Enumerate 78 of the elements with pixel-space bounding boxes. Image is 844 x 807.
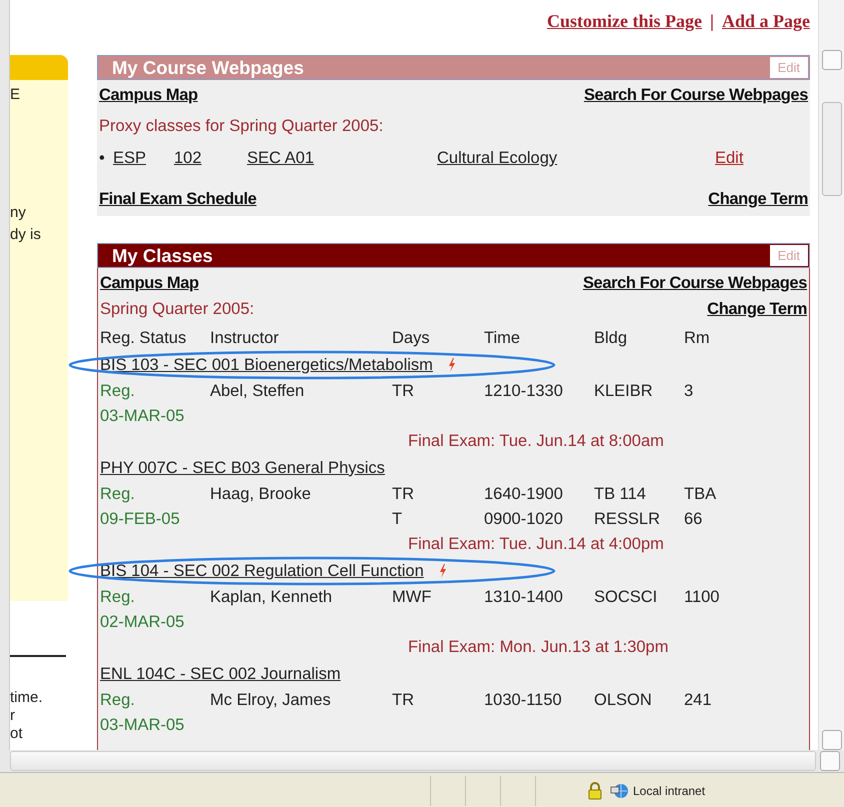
horizontal-scrollbar[interactable] — [10, 751, 816, 771]
building-text: SOCSCI — [594, 587, 658, 608]
column-header: Rm — [684, 328, 711, 349]
column-header: Reg. Status — [100, 328, 188, 349]
days-text: TR — [392, 484, 415, 505]
notice-text: ny — [10, 204, 26, 222]
nav-link[interactable]: Campus Map — [100, 274, 199, 292]
bullet-text: • — [99, 148, 106, 168]
date-text: 03-MAR-05 — [100, 406, 186, 427]
lock-icon — [588, 782, 602, 800]
number-link[interactable]: 102 — [174, 148, 247, 168]
date-text: 03-MAR-05 — [100, 715, 186, 736]
scroll-right-button[interactable] — [820, 751, 840, 771]
zone-text: Local intranet — [633, 784, 706, 798]
days-text: MWF — [392, 587, 432, 608]
status-text: Reg. — [100, 587, 136, 608]
room-text: 241 — [684, 690, 713, 711]
panel-title: My Classes — [112, 244, 213, 266]
class-link[interactable]: PHY 007C - SEC B03 General Physics — [100, 458, 385, 478]
status-text: Reg. — [100, 690, 136, 711]
section-link[interactable]: SEC A01 — [247, 148, 437, 168]
date-text: 02-MAR-05 — [100, 612, 186, 633]
status-text: Reg. — [100, 484, 136, 505]
building-text: KLEIBR — [594, 381, 654, 402]
scroll-thumb[interactable] — [822, 102, 842, 196]
column-header: Days — [392, 328, 431, 349]
term-text: Spring Quarter 2005: — [100, 300, 254, 318]
status-text: Reg. — [100, 381, 136, 402]
room-text: 1100 — [684, 587, 720, 608]
panel-title: My Course Webpages — [112, 56, 304, 78]
notice-text: ot — [10, 725, 23, 743]
nav-link[interactable]: Final Exam Schedule — [99, 190, 256, 208]
separator-text: | — [710, 11, 714, 32]
instructor-text: Haag, Brooke — [210, 484, 312, 505]
instructor-text: Abel, Steffen — [210, 381, 306, 402]
column-header: Instructor — [210, 328, 280, 349]
time-text: 1210-1330 — [484, 381, 564, 402]
instructor-text: Mc Elroy, James — [210, 690, 332, 711]
course-link[interactable]: Cultural Ecology — [437, 148, 715, 168]
time-text: 0900-1020 — [484, 509, 564, 530]
notice-text: time. — [10, 689, 43, 707]
notice-text: dy is — [10, 226, 41, 244]
globe-icon — [610, 782, 630, 800]
days-text: TR — [392, 690, 415, 711]
scroll-up-button[interactable] — [822, 50, 842, 70]
days-text: T — [392, 509, 404, 530]
subject-link[interactable]: ESP — [113, 148, 174, 168]
proxy-heading: Proxy classes for Spring Quarter 2005: — [99, 116, 384, 136]
date-text: 09-FEB-05 — [100, 509, 181, 530]
instructor-text: Kaplan, Kenneth — [210, 587, 334, 608]
nav-link[interactable]: Campus Map — [99, 86, 198, 104]
column-header: Time — [484, 328, 522, 349]
time-text: 1640-1900 — [484, 484, 564, 505]
nav-link[interactable]: Change Term — [708, 190, 808, 208]
edit-link[interactable]: Edit — [715, 148, 744, 168]
scroll-down-button[interactable] — [822, 730, 842, 750]
page-link[interactable]: Add a Page — [722, 11, 810, 32]
nav-link[interactable]: Search For Course Webpages — [584, 86, 808, 104]
final-exam-text: Final Exam: Tue. Jun.14 at 4:00pm — [407, 534, 665, 555]
time-text: 1030-1150 — [484, 690, 563, 711]
notice-text: E — [10, 86, 20, 104]
building-text: OLSON — [594, 690, 653, 711]
column-header: Bldg — [594, 328, 628, 349]
building-text: RESSLR — [594, 509, 662, 530]
time-text: 1310-1400 — [484, 587, 564, 608]
room-text: TBA — [684, 484, 718, 505]
final-exam-text: Final Exam: Mon. Jun.13 at 1:30pm — [407, 637, 670, 658]
building-text: TB 114 — [594, 484, 647, 505]
room-text: 66 — [684, 509, 704, 530]
page-link[interactable]: Customize this Page — [547, 11, 702, 32]
final-exam-text: Final Exam: Tue. Jun.14 at 8:00am — [407, 431, 665, 452]
change-term-link[interactable]: Change Term — [707, 300, 807, 318]
vertical-scrollbar[interactable] — [818, 0, 844, 750]
class-link[interactable]: ENL 104C - SEC 002 Journalism — [100, 664, 341, 684]
days-text: TR — [392, 381, 415, 402]
room-text: 3 — [684, 381, 694, 402]
nav-link[interactable]: Search For Course Webpages — [582, 274, 807, 292]
notice-text: r — [10, 707, 15, 725]
